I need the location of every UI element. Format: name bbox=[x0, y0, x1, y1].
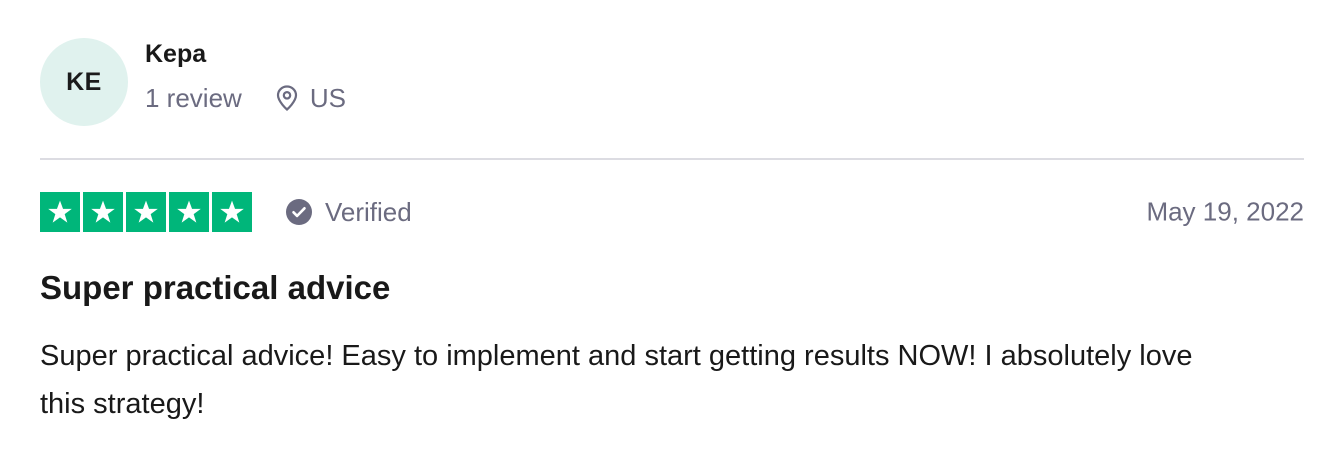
star-icon bbox=[169, 192, 209, 232]
reviewer-info: Kepa 1 review US bbox=[145, 38, 346, 126]
location-pin-icon bbox=[276, 85, 297, 111]
star-rating bbox=[40, 192, 252, 232]
star-icon bbox=[83, 192, 123, 232]
divider bbox=[40, 158, 1304, 160]
check-circle-icon bbox=[286, 199, 312, 225]
review-meta-row: Verified May 19, 2022 bbox=[40, 190, 1304, 234]
review-title[interactable]: Super practical advice bbox=[40, 268, 1304, 308]
review-date: May 19, 2022 bbox=[1146, 196, 1304, 227]
reviewer-name[interactable]: Kepa bbox=[145, 39, 346, 69]
avatar[interactable]: KE bbox=[40, 38, 128, 126]
verified-label: Verified bbox=[325, 196, 412, 227]
verified-badge[interactable]: Verified bbox=[285, 197, 412, 228]
star-icon bbox=[126, 192, 166, 232]
review-body: Super practical advice! Easy to implemen… bbox=[40, 340, 1193, 420]
review-card: KE Kepa 1 review US Verified May 19, 202… bbox=[40, 38, 1304, 428]
reviewer-location: US bbox=[276, 83, 346, 114]
reviewer-meta: 1 review US bbox=[145, 83, 346, 114]
location-text: US bbox=[309, 82, 346, 113]
star-icon bbox=[40, 192, 80, 232]
avatar-initials: KE bbox=[66, 67, 102, 96]
reviewer-header: KE Kepa 1 review US bbox=[40, 38, 1304, 126]
review-count: 1 review bbox=[145, 82, 242, 113]
star-icon bbox=[212, 192, 252, 232]
